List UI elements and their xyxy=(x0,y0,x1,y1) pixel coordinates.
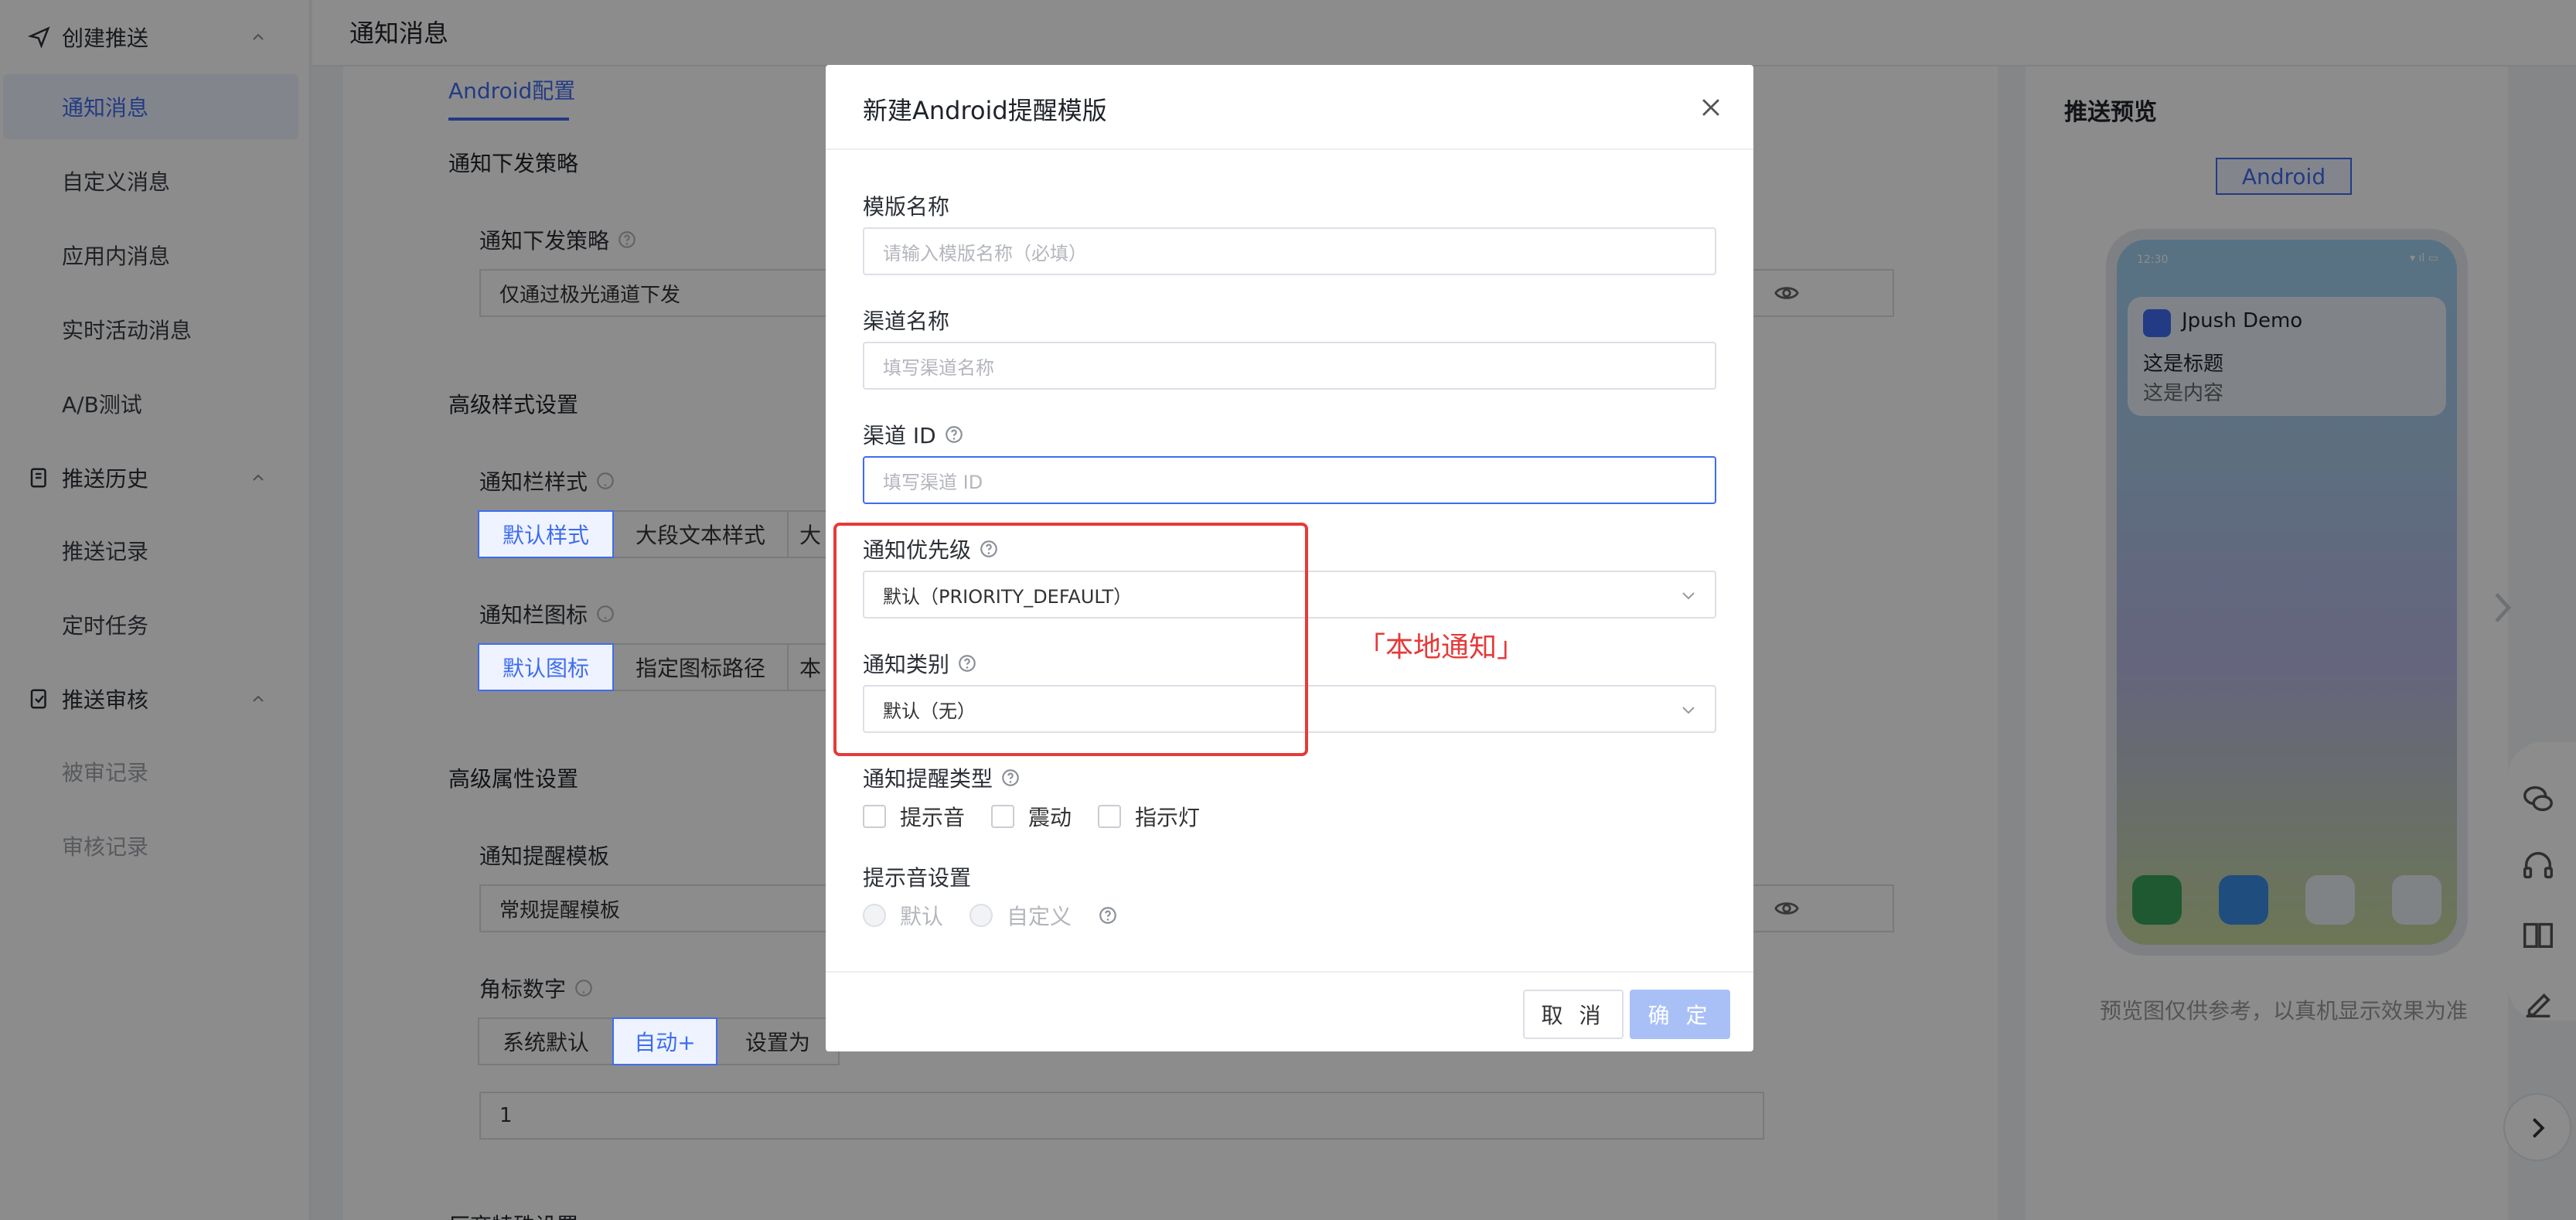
template-name-input[interactable]: 请输入模版名称（必填） xyxy=(863,227,1716,275)
channel-name-label: 渠道名称 xyxy=(863,308,950,334)
sound-setting-radios: 默认 自定义 xyxy=(863,900,1118,931)
checkbox[interactable] xyxy=(863,805,886,828)
dialog-footer: 取 消 确 定 xyxy=(826,971,1753,1051)
radio[interactable] xyxy=(969,904,993,927)
remind-vibrate-label: 震动 xyxy=(1028,805,1072,830)
chevron-down-icon xyxy=(1682,592,1695,600)
badge-auto-plus[interactable]: 自动+ xyxy=(612,1017,717,1065)
sound-custom-option[interactable]: 自定义 xyxy=(969,900,1072,931)
confirm-button[interactable]: 确 定 xyxy=(1630,990,1730,1039)
radio[interactable] xyxy=(863,904,886,927)
remind-type-label: 通知提醒类型 xyxy=(863,762,1021,793)
remind-vibrate-option[interactable]: 震动 xyxy=(991,801,1072,832)
remind-type-label-text: 通知提醒类型 xyxy=(863,766,993,792)
checkbox[interactable] xyxy=(991,805,1015,828)
help-icon[interactable] xyxy=(944,424,964,445)
channel-id-label-text: 渠道 ID xyxy=(863,423,936,448)
checkbox[interactable] xyxy=(1098,805,1122,828)
sound-default-option[interactable]: 默认 xyxy=(863,900,943,931)
help-icon[interactable] xyxy=(1098,905,1118,925)
dialog-title: 新建Android提醒模版 xyxy=(863,96,1107,125)
remind-light-label: 指示灯 xyxy=(1135,805,1201,830)
close-icon[interactable] xyxy=(1698,94,1724,121)
annotation-highlight-box xyxy=(833,523,1308,756)
chevron-down-icon xyxy=(1682,707,1695,714)
dialog-header: 新建Android提醒模版 xyxy=(826,65,1753,150)
channel-name-input[interactable]: 填写渠道名称 xyxy=(863,342,1716,390)
cancel-button[interactable]: 取 消 xyxy=(1523,990,1624,1039)
remind-type-checkboxes: 提示音 震动 指示灯 xyxy=(863,801,1226,832)
remind-sound-label: 提示音 xyxy=(900,805,966,830)
sound-default-label: 默认 xyxy=(900,904,944,929)
annotation-label: 「本地通知」 xyxy=(1358,632,1525,663)
sound-custom-label: 自定义 xyxy=(1007,904,1072,929)
sound-setting-label: 提示音设置 xyxy=(863,865,972,891)
template-name-label: 模版名称 xyxy=(863,194,950,220)
remind-sound-option[interactable]: 提示音 xyxy=(863,801,965,832)
channel-id-label: 渠道 ID xyxy=(863,419,964,450)
remind-light-option[interactable]: 指示灯 xyxy=(1098,801,1200,832)
bar-style-default[interactable]: 默认样式 xyxy=(478,510,614,558)
help-icon[interactable] xyxy=(1000,768,1021,788)
bar-icon-default[interactable]: 默认图标 xyxy=(478,643,614,691)
channel-id-input[interactable]: 填写渠道 ID xyxy=(863,456,1716,504)
